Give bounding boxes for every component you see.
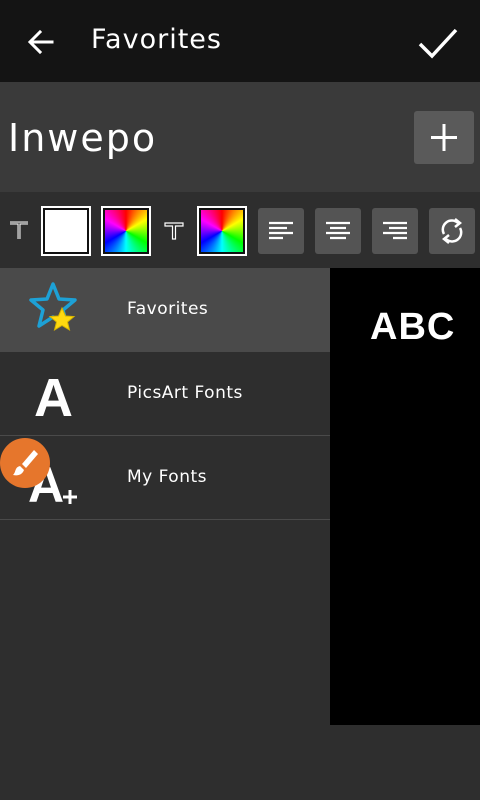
add-button[interactable] — [414, 111, 474, 164]
font-category-list: Favorites A PicsArt Fonts A My Fonts — [0, 268, 330, 800]
star-icon — [26, 280, 86, 340]
outline-text-icon[interactable] — [161, 217, 187, 243]
plus-icon — [431, 124, 457, 151]
align-left-button[interactable] — [258, 208, 304, 254]
font-preview-panel: ABC — [330, 268, 480, 725]
top-bar: Favorites — [0, 0, 480, 82]
font-a-icon: A — [26, 364, 86, 428]
text-color-swatch[interactable] — [41, 206, 91, 256]
brush-icon — [13, 450, 38, 476]
list-item-picsart-fonts[interactable]: A PicsArt Fonts — [0, 352, 330, 436]
check-icon — [418, 28, 458, 59]
preview-text: ABC — [370, 306, 456, 348]
text-entry-row: Inwepo — [0, 82, 480, 192]
align-left-icon — [269, 221, 293, 240]
list-item-favorites[interactable]: Favorites — [0, 268, 330, 352]
align-center-button[interactable] — [315, 208, 361, 254]
refresh-icon — [441, 218, 463, 244]
text-gradient-swatch[interactable] — [101, 206, 151, 256]
text-style-icon[interactable] — [6, 217, 32, 243]
list-item-label: My Fonts — [127, 467, 208, 487]
list-item-label: Favorites — [127, 299, 209, 319]
arrow-left-icon — [27, 29, 54, 55]
align-right-icon — [383, 221, 407, 240]
brush-fab[interactable] — [0, 438, 50, 488]
style-toolbar — [0, 192, 480, 268]
list-item-label: PicsArt Fonts — [127, 383, 243, 403]
confirm-button[interactable] — [414, 22, 462, 64]
refresh-button[interactable] — [429, 208, 475, 254]
align-right-button[interactable] — [372, 208, 418, 254]
outline-gradient-swatch[interactable] — [197, 206, 247, 256]
page-title: Favorites — [91, 24, 222, 55]
text-input[interactable]: Inwepo — [8, 116, 157, 160]
align-center-icon — [326, 221, 350, 240]
back-button[interactable] — [22, 22, 62, 62]
svg-text:A: A — [34, 368, 73, 424]
